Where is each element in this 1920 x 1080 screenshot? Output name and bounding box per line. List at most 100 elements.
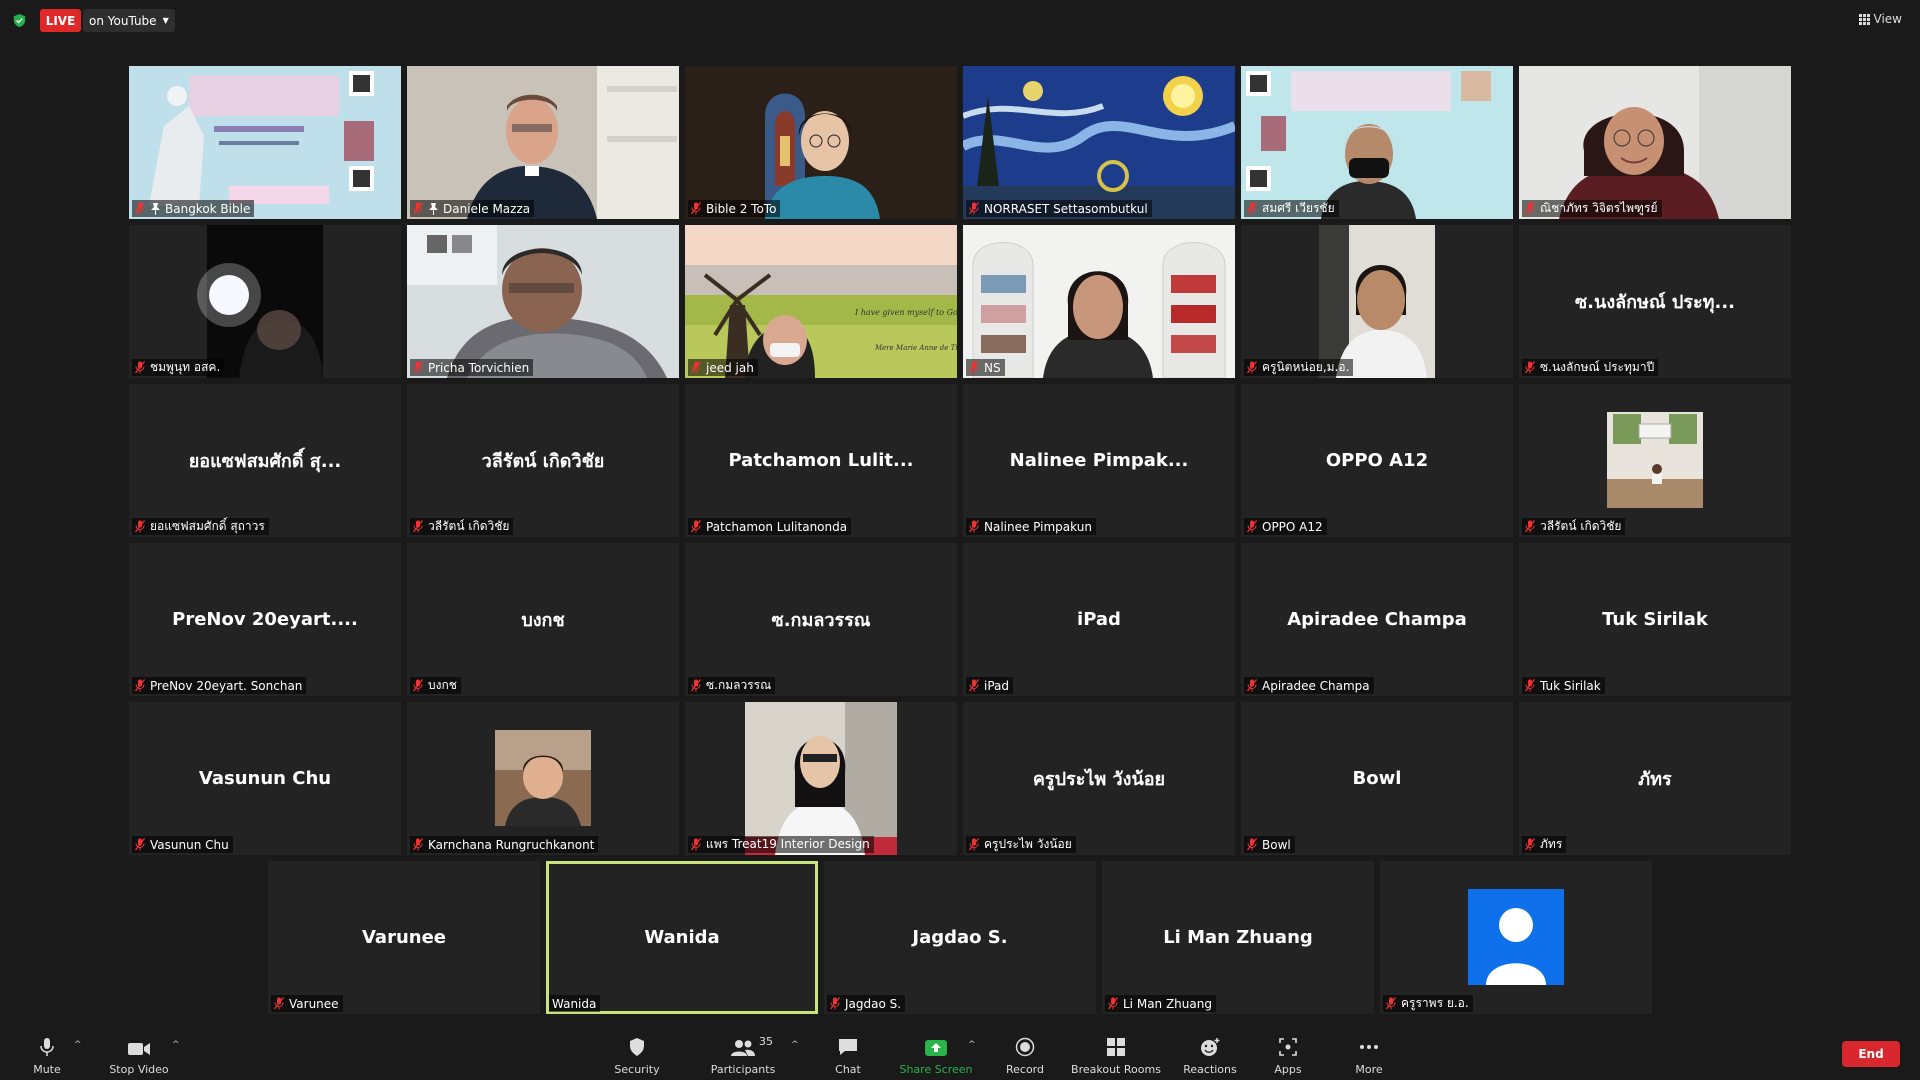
share-options-chevron-icon[interactable]: ^ xyxy=(968,1040,976,1050)
participant-tile[interactable]: ยอแซฟสมศักดิ์ สุ... ยอแซฟสมศักดิ์ สุถาวร xyxy=(129,384,401,537)
stop-video-button[interactable]: Stop Video xyxy=(104,1028,174,1080)
reactions-button[interactable]: Reactions xyxy=(1180,1028,1240,1080)
participant-tile[interactable]: OPPO A12 OPPO A12 xyxy=(1241,384,1513,537)
participant-name-label: Patchamon Lulitanonda xyxy=(688,518,852,535)
more-dots-icon xyxy=(1360,1045,1378,1049)
chat-label: Chat xyxy=(835,1063,861,1076)
participant-name: วลีรัตน์ เกิดวิชัย xyxy=(428,519,510,533)
share-screen-label: Share Screen xyxy=(899,1063,973,1076)
participant-tile[interactable]: ซ.นงลักษณ์ ประทุ... ซ.นงลักษณ์ ประทุมาปี xyxy=(1519,225,1791,378)
participant-tile[interactable]: Wanida Wanida xyxy=(546,861,818,1014)
video-feed xyxy=(129,225,401,378)
participant-name-label: NORRASET Settasombutkul xyxy=(966,200,1152,217)
muted-microphone-icon xyxy=(691,679,701,692)
participant-tile[interactable]: วลีรัตน์ เกิดวิชัย วลีรัตน์ เกิดวิชัย xyxy=(407,384,679,537)
participant-tile[interactable]: I have given myself to God Mere Marie Ann… xyxy=(685,225,957,378)
video-options-chevron-icon[interactable]: ^ xyxy=(172,1040,180,1050)
mute-button[interactable]: Mute xyxy=(22,1028,72,1080)
muted-microphone-icon xyxy=(1247,838,1257,851)
participant-name-label: Tuk Sirilak xyxy=(1522,677,1605,694)
participant-tile[interactable]: ซ.กมลวรรณ ซ.กมลวรรณ xyxy=(685,543,957,696)
share-screen-button[interactable]: Share Screen xyxy=(896,1028,976,1080)
svg-text:Mere Marie Anne de Tilly: Mere Marie Anne de Tilly xyxy=(874,344,957,352)
muted-microphone-icon xyxy=(135,361,145,374)
participant-name: Jagdao S. xyxy=(845,996,902,1011)
record-button[interactable]: Record xyxy=(1000,1028,1050,1080)
participant-tile[interactable]: Jagdao S. Jagdao S. xyxy=(824,861,1096,1014)
participant-display-name: บงกช xyxy=(521,610,565,631)
participant-tile[interactable]: Karnchana Rungruchkanont xyxy=(407,702,679,855)
participant-tile[interactable]: ครูราพร ย.อ. xyxy=(1380,861,1652,1014)
participant-name-label: Varunee xyxy=(271,995,343,1012)
video-feed xyxy=(129,66,401,219)
muted-microphone-icon xyxy=(1525,202,1535,215)
security-button[interactable]: Security xyxy=(612,1028,662,1080)
muted-microphone-icon xyxy=(413,361,423,374)
participant-tile[interactable]: PreNov 20eyart.... PreNov 20eyart. Soncha… xyxy=(129,543,401,696)
participant-display-name: iPad xyxy=(1077,609,1121,630)
participant-name-label: ซ.กมลวรรณ xyxy=(688,677,776,694)
participant-tile[interactable]: Bangkok Bible xyxy=(129,66,401,219)
participant-name-label: Jagdao S. xyxy=(827,995,906,1012)
muted-microphone-icon xyxy=(969,838,979,851)
participant-display-name: PreNov 20eyart.... xyxy=(172,609,358,630)
participant-tile[interactable]: Nalinee Pimpak... Nalinee Pimpakun xyxy=(963,384,1235,537)
participant-name-label: Bowl xyxy=(1244,836,1295,853)
participant-name: OPPO A12 xyxy=(1262,519,1323,534)
reactions-label: Reactions xyxy=(1183,1063,1237,1076)
participants-chevron-icon[interactable]: ^ xyxy=(791,1040,799,1050)
participant-name-label: ซ.นงลักษณ์ ประทุมาปี xyxy=(1522,359,1659,376)
participant-tile[interactable]: NS xyxy=(963,225,1235,378)
participant-tile[interactable]: iPad iPad xyxy=(963,543,1235,696)
muted-microphone-icon xyxy=(1525,520,1535,533)
participant-tile[interactable]: บงกช บงกช xyxy=(407,543,679,696)
participant-tile[interactable]: Patchamon Lulit... Patchamon Lulitanonda xyxy=(685,384,957,537)
participant-name: Varunee xyxy=(289,996,339,1011)
participant-name-label: jeed jah xyxy=(688,359,758,376)
live-destination-dropdown[interactable]: on YouTube ▼ xyxy=(83,9,175,32)
apps-button[interactable]: Apps xyxy=(1263,1028,1313,1080)
live-badge[interactable]: LIVE xyxy=(40,9,81,32)
muted-microphone-icon xyxy=(830,997,840,1010)
participant-tile[interactable]: NORRASET Settasombutkul xyxy=(963,66,1235,219)
top-bar: LIVE on YouTube ▼ View xyxy=(0,0,1920,40)
breakout-rooms-button[interactable]: Breakout Rooms xyxy=(1068,1028,1164,1080)
participant-name-label: สมศรี เวียรชัย xyxy=(1244,200,1339,217)
participant-tile[interactable]: Bowl Bowl xyxy=(1241,702,1513,855)
chat-button[interactable]: Chat xyxy=(823,1028,873,1080)
view-button[interactable]: View xyxy=(1858,12,1902,26)
participant-tile[interactable]: ครูประไพ วังน้อย ครูประไพ วังน้อย xyxy=(963,702,1235,855)
participant-tile[interactable]: Daniele Mazza xyxy=(407,66,679,219)
participant-tile[interactable]: สมศรี เวียรชัย xyxy=(1241,66,1513,219)
participant-tile[interactable]: Apiradee Champa Apiradee Champa xyxy=(1241,543,1513,696)
muted-microphone-icon xyxy=(691,838,701,851)
muted-microphone-icon xyxy=(969,679,979,692)
view-label: View xyxy=(1873,12,1902,26)
participant-tile[interactable]: วลีรัตน์ เกิดวิชัย xyxy=(1519,384,1791,537)
participant-display-name: Tuk Sirilak xyxy=(1602,609,1708,630)
participant-name: วลีรัตน์ เกิดวิชัย xyxy=(1540,519,1622,533)
participant-tile[interactable]: ครูนิตหน่อย,ม.อ. xyxy=(1241,225,1513,378)
participant-display-name: Patchamon Lulit... xyxy=(728,450,914,471)
participant-name-label: Li Man Zhuang xyxy=(1105,995,1216,1012)
participants-label: Participants xyxy=(710,1063,776,1076)
participant-tile[interactable]: Bible 2 ToTo xyxy=(685,66,957,219)
participant-tile[interactable]: ชมพูนุท อสค. xyxy=(129,225,401,378)
shield-icon[interactable] xyxy=(12,13,27,28)
participant-tile[interactable]: Tuk Sirilak Tuk Sirilak xyxy=(1519,543,1791,696)
participant-name: ครูราพร ย.อ. xyxy=(1401,996,1469,1010)
participant-tile[interactable]: ภัทร ภัทร xyxy=(1519,702,1791,855)
participant-tile[interactable]: Varunee Varunee xyxy=(268,861,540,1014)
more-button[interactable]: More xyxy=(1344,1028,1394,1080)
participant-tile[interactable]: Pricha Torvichien xyxy=(407,225,679,378)
participant-display-name: ซ.กมลวรรณ xyxy=(771,610,871,631)
participant-name-label: Daniele Mazza xyxy=(410,200,535,217)
participant-tile[interactable]: แพร Treat19 Interior Design xyxy=(685,702,957,855)
participant-tile[interactable]: Li Man Zhuang Li Man Zhuang xyxy=(1102,861,1374,1014)
participant-tile[interactable]: Vasunun Chu Vasunun Chu xyxy=(129,702,401,855)
audio-options-chevron-icon[interactable]: ^ xyxy=(74,1040,82,1050)
participant-tile[interactable]: ณิชาภัทร วิจิตรไพฑูรย์ xyxy=(1519,66,1791,219)
muted-microphone-icon xyxy=(274,997,284,1010)
end-meeting-button[interactable]: End xyxy=(1842,1041,1900,1067)
participant-name: แพร Treat19 Interior Design xyxy=(706,837,870,851)
